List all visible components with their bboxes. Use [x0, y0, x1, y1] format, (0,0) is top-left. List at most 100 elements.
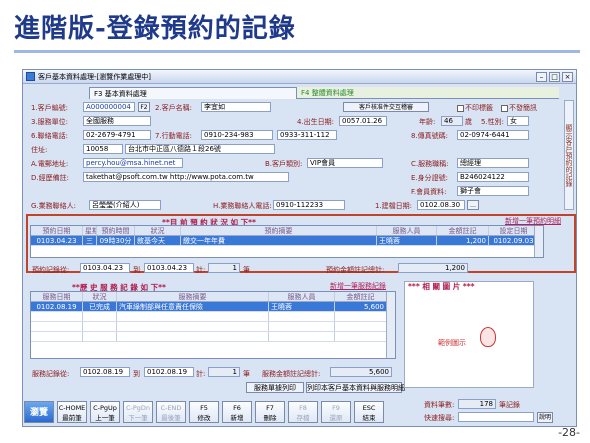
- cell-service-amount: 5,600: [335, 302, 387, 311]
- browse-button[interactable]: 瀏覽: [24, 401, 54, 423]
- created-date-button[interactable]: …: [467, 200, 479, 210]
- birth-field[interactable]: 0057.01.26: [339, 116, 387, 126]
- cust-name-label: 2.客戶名稱:: [155, 104, 193, 112]
- col-status[interactable]: 狀況: [135, 226, 181, 235]
- empty-cell: [83, 312, 117, 321]
- created-date-field[interactable]: 0102.08.30: [417, 200, 465, 210]
- table-row[interactable]: [31, 312, 395, 322]
- job-title-field[interactable]: 總經理: [457, 158, 529, 168]
- minimize-icon[interactable]: –: [536, 71, 547, 82]
- table-row[interactable]: [31, 332, 395, 342]
- empty-cell: [83, 322, 117, 331]
- appt-from-field[interactable]: 0103.04.23: [80, 263, 130, 273]
- next-record-button[interactable]: C-PgDn 下一筆: [123, 401, 153, 423]
- contact-field[interactable]: 呂瑩瑩(介紹人): [89, 200, 161, 210]
- close-icon[interactable]: ×: [562, 71, 573, 82]
- empty-cell: [31, 322, 83, 331]
- id-field[interactable]: B246024122: [457, 172, 529, 182]
- cell-appt-date: 0103.04.23: [31, 236, 83, 245]
- edit-label: 修改: [197, 414, 211, 422]
- hist-from-field[interactable]: 0102.08.19: [80, 367, 130, 377]
- col-amount[interactable]: 金額註記: [437, 226, 489, 235]
- save-key: F8: [299, 404, 307, 412]
- first-record-button[interactable]: C-HOME 最前筆: [57, 401, 87, 423]
- last-record-button[interactable]: C-END 最後筆: [156, 401, 186, 423]
- col-weekday[interactable]: 星期: [83, 226, 97, 235]
- exit-button[interactable]: ESC 結束: [354, 401, 384, 423]
- appt-amount-field: 1,200: [398, 263, 468, 273]
- tab-overall[interactable]: F4 整體資料處理: [297, 87, 559, 99]
- print-all-button[interactable]: 列印本客戶基本資料與服務明細: [306, 382, 405, 393]
- maximize-icon[interactable]: □: [549, 71, 560, 82]
- restore-button[interactable]: F9 還原: [321, 401, 351, 423]
- col-service-summary[interactable]: 服務摘要: [117, 292, 269, 301]
- prev-record-button[interactable]: C-PgUp 上一筆: [90, 401, 120, 423]
- col-service-status[interactable]: 狀況: [83, 292, 117, 301]
- compare-button[interactable]: 客戶核准件交互稽審: [343, 102, 429, 112]
- hist-count-unit: 筆: [243, 370, 250, 378]
- cust-no-field[interactable]: A000000004: [83, 102, 135, 112]
- contact-phone-field[interactable]: 0910-112233: [273, 200, 345, 210]
- no-sms-checkbox[interactable]: 不發簡訊: [501, 103, 537, 113]
- cust-no-label: 1.客戶編號:: [31, 104, 69, 112]
- table-row[interactable]: 0102.08.19 已完成 汽車綠制部與任意責任保險 王曉蓉 5,600: [31, 302, 395, 312]
- print-service-button[interactable]: 服務單據列印: [246, 382, 304, 393]
- tab-basic[interactable]: F3 基本資料處理: [89, 87, 297, 99]
- f2-lookup-button[interactable]: F2: [138, 102, 150, 112]
- delete-button[interactable]: F7 刪除: [255, 401, 285, 423]
- edit-button[interactable]: F5 修改: [189, 401, 219, 423]
- unit-field[interactable]: 全國服務: [83, 116, 151, 126]
- col-service-amount[interactable]: 金額註記: [335, 292, 387, 301]
- cell-service-summary: 汽車綠制部與任意責任保險: [117, 302, 269, 311]
- zip-field[interactable]: 10058: [83, 144, 123, 154]
- fax-field[interactable]: 02-0974-6441: [457, 130, 529, 140]
- email-field[interactable]: percy.hou@msa.hinet.net: [83, 158, 183, 168]
- hist-to-field[interactable]: 0102.08.19: [144, 367, 194, 377]
- col-appt-time[interactable]: 預約時間: [97, 226, 135, 235]
- phone-field[interactable]: 02-2679-4791: [83, 130, 151, 140]
- note-field[interactable]: takethat@psoft.com.tw http://www.pota.co…: [83, 172, 289, 182]
- col-appt-date[interactable]: 預約日期: [31, 226, 83, 235]
- gender-select[interactable]: 女: [507, 116, 529, 126]
- col-set-date[interactable]: 設定日期: [489, 226, 539, 235]
- add-button[interactable]: F6 新增: [222, 401, 252, 423]
- gender-label: 5.性別:: [481, 118, 505, 126]
- table-row[interactable]: [31, 322, 395, 332]
- table-row[interactable]: 0103.04.23 三 09時30分 敘基今天 繳交一年年費 王曉蓉 1,20…: [31, 236, 543, 246]
- col-service-staff[interactable]: 服務人員: [269, 292, 335, 301]
- cell-service-status: 已完成: [83, 302, 117, 311]
- addr-field[interactable]: 台北市中正區八德路１段26號: [125, 144, 275, 154]
- history-scrollbar[interactable]: [386, 292, 395, 358]
- cust-name-field[interactable]: 李宜如: [201, 102, 271, 112]
- save-button[interactable]: F8 存檔: [288, 401, 318, 423]
- mobile2-field[interactable]: 0933-311-112: [277, 130, 337, 140]
- side-tab-appointments[interactable]: 顯示客戶預約的記錄: [564, 100, 574, 210]
- member-field[interactable]: 獅子會: [457, 186, 529, 196]
- col-staff[interactable]: 服務人員: [377, 226, 437, 235]
- phone-label: 6.聯絡電話:: [31, 132, 69, 140]
- col-summary[interactable]: 預約摘要: [181, 226, 377, 235]
- cust-type-label: B.客戶類別:: [265, 160, 303, 168]
- empty-cell: [117, 332, 269, 341]
- hist-amount-field: 5,600: [330, 367, 392, 377]
- fax-label: 8.傳真號碼:: [411, 132, 449, 140]
- appt-count-label: 計:: [196, 266, 206, 274]
- appt-to-field[interactable]: 0103.04.23: [144, 263, 194, 273]
- cust-type-field[interactable]: VIP會員: [307, 158, 383, 168]
- quick-search-input[interactable]: [458, 412, 534, 422]
- window-buttons: – □ ×: [536, 71, 573, 82]
- cell-summary: 繳交一年年費: [181, 236, 377, 245]
- empty-cell: [117, 312, 269, 321]
- help-button[interactable]: 說明: [537, 412, 553, 423]
- first-key: C-HOME: [58, 404, 86, 412]
- last-label: 最後筆: [161, 414, 181, 422]
- prev-label: 上一筆: [95, 414, 115, 422]
- browse-label: 瀏覽: [29, 408, 48, 418]
- add-history-link[interactable]: 新增一筆服務紀錄: [330, 281, 386, 291]
- appointment-scrollbar[interactable]: [534, 226, 543, 257]
- member-label: F.會員資料:: [411, 188, 447, 196]
- no-label-text: 不印標籤: [465, 104, 493, 112]
- col-service-date[interactable]: 服務日期: [31, 292, 83, 301]
- mobile-field[interactable]: 0910-234-983: [201, 130, 273, 140]
- no-label-checkbox[interactable]: 不印標籤: [457, 103, 493, 113]
